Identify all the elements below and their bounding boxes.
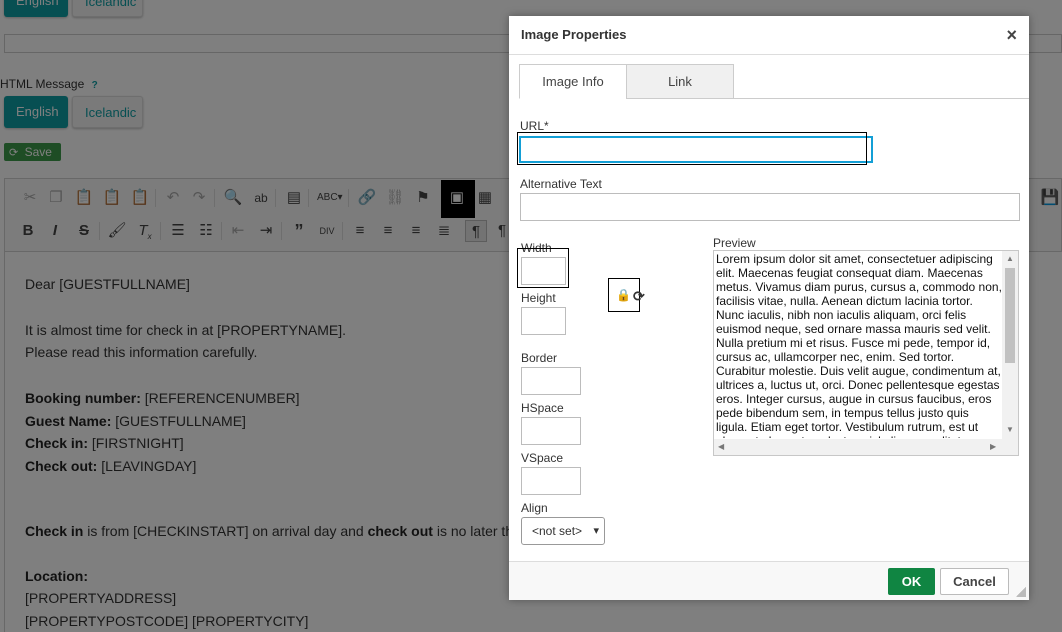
url-focus-box (517, 132, 867, 165)
chevron-down-icon: ▾ (593, 525, 599, 537)
dialog-title: Image Properties (521, 27, 627, 42)
vspace-input[interactable] (521, 467, 581, 495)
alt-text-input[interactable] (520, 193, 1020, 221)
scroll-thumb[interactable] (1005, 268, 1015, 363)
ok-button[interactable]: OK (888, 568, 935, 595)
alt-text-label: Alternative Text (520, 177, 602, 191)
preview-label: Preview (713, 236, 756, 250)
preview-vertical-scrollbar[interactable]: ▲ ▼ (1002, 251, 1018, 440)
scroll-down-icon[interactable]: ▼ (1006, 425, 1014, 434)
scroll-right-icon[interactable]: ▶ (990, 442, 996, 451)
align-label: Align (521, 501, 548, 515)
height-input[interactable] (521, 307, 566, 335)
vspace-label: VSpace (521, 451, 564, 465)
border-label: Border (521, 351, 558, 365)
hspace-input[interactable] (521, 417, 581, 445)
tab-image-info[interactable]: Image Info (519, 64, 627, 99)
hspace-label: HSpace (521, 401, 564, 415)
width-input[interactable] (521, 257, 566, 285)
url-label: URL* (520, 119, 549, 133)
image-properties-dialog: Image Properties × Image Info Link URL* … (509, 16, 1029, 600)
preview-text: Lorem ipsum dolor sit amet, consectetuer… (716, 252, 1002, 438)
scroll-up-icon[interactable]: ▲ (1006, 254, 1014, 263)
align-value: <not set> (532, 524, 583, 538)
tab-link[interactable]: Link (626, 64, 734, 99)
border-input[interactable] (521, 367, 581, 395)
close-icon[interactable]: × (1006, 25, 1017, 46)
scroll-left-icon[interactable]: ◀ (718, 442, 724, 451)
reset-size-icon[interactable]: ⟳ (633, 288, 645, 305)
cancel-button[interactable]: Cancel (940, 568, 1009, 595)
height-label: Height (521, 291, 556, 305)
resize-handle[interactable] (1016, 587, 1026, 597)
align-select[interactable]: <not set> ▾ (521, 517, 605, 545)
lock-icon: 🔒 (616, 288, 631, 302)
preview-horizontal-scrollbar[interactable]: ◀ ▶ (714, 439, 1018, 455)
preview-box[interactable]: Lorem ipsum dolor sit amet, consectetuer… (713, 250, 1019, 456)
